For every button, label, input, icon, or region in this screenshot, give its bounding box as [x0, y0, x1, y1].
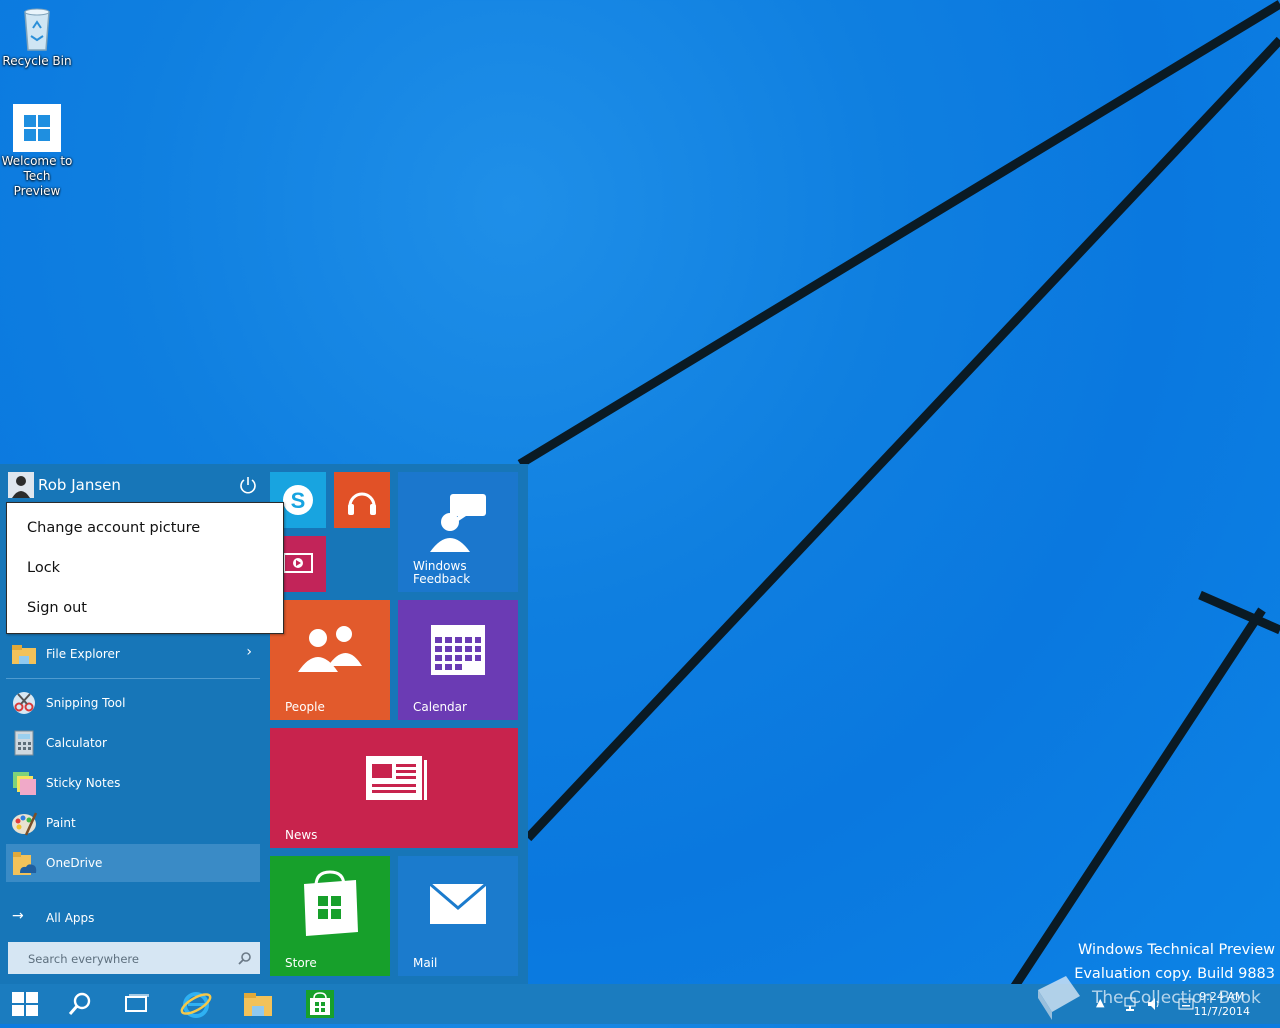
app-paint[interactable]: Paint	[6, 804, 260, 842]
tile-calendar[interactable]: Calendar	[398, 600, 518, 720]
tile-label: People	[285, 700, 325, 714]
calculator-icon	[10, 729, 38, 757]
windows-logo-icon	[13, 104, 61, 152]
start-button[interactable]	[0, 984, 50, 1024]
sticky-notes-icon	[10, 769, 38, 797]
file-explorer-button[interactable]	[230, 984, 286, 1024]
store-icon	[304, 870, 358, 936]
task-view-button[interactable]	[108, 984, 164, 1024]
people-icon	[298, 626, 362, 672]
power-icon[interactable]	[238, 475, 258, 495]
app-label: Paint	[46, 816, 76, 830]
tile-windows-feedback[interactable]: Windows Feedback	[398, 472, 518, 592]
tile-news[interactable]: News	[270, 728, 518, 848]
mail-icon	[429, 882, 487, 924]
svg-text:S: S	[291, 488, 306, 513]
tile-label: Calendar	[413, 700, 467, 714]
menu-item-lock[interactable]: Lock	[27, 560, 60, 576]
tile-mail[interactable]: Mail	[398, 856, 518, 976]
user-account-row[interactable]: Rob Jansen	[8, 472, 260, 500]
app-label: Calculator	[46, 736, 107, 750]
headphones-icon	[348, 492, 376, 515]
divider	[6, 678, 260, 679]
tile-label: Mail	[413, 956, 438, 970]
app-sticky-notes[interactable]: Sticky Notes	[6, 764, 260, 802]
search-placeholder: Search everywhere	[28, 952, 139, 966]
desktop-icon-recycle-bin[interactable]: Recycle Bin	[0, 4, 74, 69]
store-button[interactable]	[292, 984, 348, 1024]
calendar-icon	[431, 625, 485, 675]
search-input[interactable]: Search everywhere	[8, 942, 260, 974]
internet-explorer-icon	[180, 992, 212, 1018]
tile-people[interactable]: People	[270, 600, 390, 720]
chevron-right-icon[interactable]: ›	[246, 644, 252, 660]
search-icon[interactable]	[238, 950, 252, 969]
onedrive-icon	[10, 849, 38, 877]
folder-icon	[10, 640, 38, 668]
account-context-menu: Change account picture Lock Sign out	[6, 502, 284, 634]
desktop-icon-label: Welcome to Tech Preview	[1, 154, 73, 198]
feedback-icon	[430, 494, 486, 552]
app-label: OneDrive	[46, 856, 103, 870]
user-name[interactable]: Rob Jansen	[38, 476, 121, 494]
app-onedrive[interactable]: OneDrive	[6, 844, 260, 882]
store-icon	[306, 990, 334, 1018]
desktop-icon-welcome[interactable]: Welcome to Tech Preview	[0, 104, 74, 199]
app-calculator[interactable]: Calculator	[6, 724, 260, 762]
tile-label: Windows Feedback	[413, 559, 471, 586]
app-snipping-tool[interactable]: Snipping Tool	[6, 684, 260, 722]
menu-item-sign-out[interactable]: Sign out	[27, 600, 87, 616]
collection-book-logo-text: The Collection Book	[1092, 988, 1261, 1008]
search-icon	[68, 992, 91, 1015]
app-label: Sticky Notes	[46, 776, 121, 790]
scissors-icon	[10, 689, 38, 717]
tile-store[interactable]: Store	[270, 856, 390, 976]
task-view-icon	[125, 994, 149, 1012]
arrow-right-icon: →	[12, 908, 24, 924]
app-label: File Explorer	[46, 647, 120, 661]
news-icon	[366, 756, 427, 800]
menu-item-change-account-picture[interactable]: Change account picture	[27, 520, 200, 536]
app-file-explorer[interactable]: File Explorer ›	[6, 635, 260, 673]
tile-label: Store	[285, 956, 317, 970]
internet-explorer-button[interactable]	[168, 984, 224, 1024]
all-apps-label: All Apps	[46, 911, 95, 925]
tile-music[interactable]	[334, 472, 390, 528]
taskbar-search-button[interactable]	[52, 984, 108, 1024]
app-label: Snipping Tool	[46, 696, 126, 710]
palette-icon	[10, 809, 38, 837]
tile-label: News	[285, 828, 318, 842]
folder-icon	[244, 993, 272, 1016]
all-apps-button[interactable]: → All Apps	[6, 899, 260, 937]
recycle-bin-icon	[13, 4, 61, 52]
windows-logo-icon	[12, 992, 38, 1016]
avatar[interactable]	[8, 472, 34, 498]
watermark-line-1: Windows Technical Preview	[1078, 942, 1275, 958]
desktop-icon-label: Recycle Bin	[2, 54, 72, 68]
